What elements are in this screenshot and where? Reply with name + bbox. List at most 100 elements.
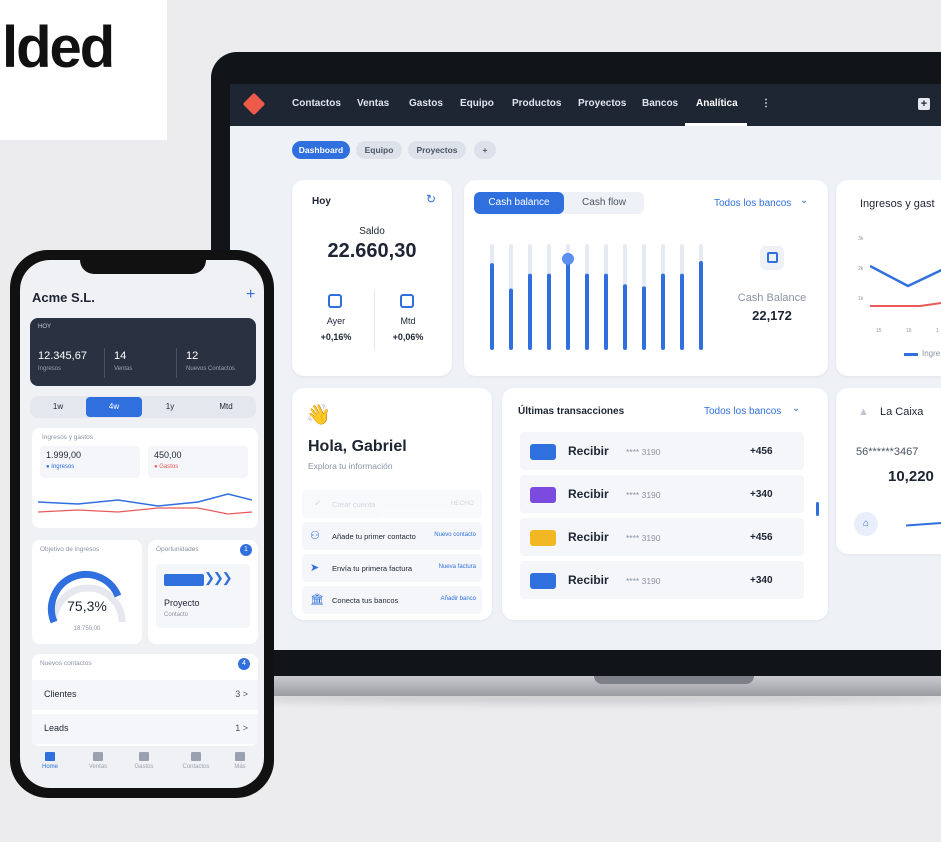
contactos-row-clientes[interactable]: Clientes 3 > [32,680,258,710]
add-icon[interactable]: + [246,286,255,304]
ingresos-series-line [870,264,941,288]
tick-x: 15 [876,328,882,334]
card-icon [530,573,556,589]
bank-filter[interactable]: Todos los bancos [704,406,781,417]
top-nav: Contactos Ventas Gastos Equipo Productos… [230,84,941,126]
oportunidad-sub: Contacto [164,612,189,618]
contactos-value: 12 [186,350,199,362]
cash-bar[interactable] [585,273,589,350]
cash-bar[interactable] [661,273,665,350]
period-1y[interactable]: 1y [142,402,198,411]
transaction-row[interactable]: Recibir **** 3190 +456 [520,432,804,470]
transaction-account: **** 3190 [626,533,661,543]
cash-bar[interactable] [642,286,646,350]
nav-more-icon[interactable]: ⋮ [761,98,771,109]
nav-add-icon[interactable]: + [918,98,930,110]
ventas-label: Ventas [114,366,133,372]
step-label: Añade tu primer contacto [332,532,416,541]
step-label: Envía tu primera factura [332,564,413,573]
cash-bar[interactable] [604,273,608,350]
objetivo-percent: 75,3% [67,598,107,614]
nav-proyectos[interactable]: Proyectos [578,98,626,109]
card-icon [530,530,556,546]
tab-cash-flow[interactable]: Cash flow [564,192,644,214]
transaction-account: **** 3190 [626,576,661,586]
tick-y: 1k [858,296,864,302]
nav-gastos[interactable]: Gastos [409,98,443,109]
transaction-row[interactable]: Recibir **** 3190 +456 [520,518,804,556]
step-row[interactable]: ➤ Envía tu primera factura Nueva factura [302,554,482,582]
transaction-row[interactable]: Recibir **** 3190 +340 [520,561,804,599]
tab-contactos[interactable]: Contactos [176,752,216,770]
tab-dashboard[interactable]: Dashboard [292,141,350,159]
hoy-label: HOY [38,324,52,330]
period-4w[interactable]: 4w [86,397,142,417]
new-contact-link[interactable]: Nuevo contacto [434,532,476,538]
ig-gastos-value: 450,00 [154,450,182,460]
hoy-summary: HOY 12.345,67 Ingresos 14 Ventas 12 Nuev… [30,318,256,386]
transactions-card: Últimas transacciones Todos los bancos ⌄… [502,388,828,620]
oportunidad-item[interactable]: ❯❯❯ Proyecto Contacto [156,564,250,628]
send-icon: ➤ [310,562,320,574]
transaction-row[interactable]: Recibir **** 3190 +340 [520,475,804,513]
tab-home[interactable]: Home [30,752,70,770]
tab-gastos[interactable]: Gastos [124,752,164,770]
gastos-icon [139,752,149,761]
refresh-icon[interactable]: ↻ [426,192,436,206]
nav-equipo[interactable]: Equipo [460,98,494,109]
scrollbar[interactable] [816,502,819,516]
grid-icon [235,752,245,761]
nav-analitica[interactable]: Analítica [696,98,738,109]
cash-bar[interactable] [547,273,551,350]
nav-bancos[interactable]: Bancos [642,98,678,109]
app-logo-icon[interactable] [242,92,266,116]
contactos-row-leads[interactable]: Leads 1 > [32,714,258,744]
objetivo-title: Objetivo de ingresos [40,546,100,553]
ig-line-chart [38,493,252,515]
cash-bar[interactable] [528,273,532,350]
cash-bar[interactable] [699,260,703,350]
divider [176,348,177,378]
add-tab-button[interactable]: + [474,141,496,159]
period-mtd[interactable]: Mtd [198,402,254,411]
card-icon [530,487,556,503]
nav-ventas[interactable]: Ventas [357,98,389,109]
ayer-label: Ayer [326,316,346,326]
bar-highlight-dot[interactable] [562,252,574,265]
laptop-notch [594,676,754,684]
divider [374,290,375,350]
mobile-app: Acme S.L. + HOY 12.345,67 Ingresos 14 Ve… [20,260,264,788]
new-invoice-link[interactable]: Nueva factura [439,564,476,570]
transaction-amount: +456 [750,532,773,543]
transaction-label: Recibir [568,444,609,458]
period-1w[interactable]: 1w [30,402,86,411]
row-label: Leads [44,723,69,733]
tab-cash-balance[interactable]: Cash balance [474,192,564,214]
legend-swatch [904,353,918,356]
step-label: Crear cuenta [332,500,376,509]
nav-productos[interactable]: Productos [512,98,561,109]
contactos-icon [191,752,201,761]
row-label: Clientes [44,689,77,699]
bank-filter[interactable]: Todos los bancos [714,198,791,209]
cash-bar[interactable] [623,284,627,350]
tick-x: 1 [936,328,939,334]
tab-ventas[interactable]: Ventas [78,752,118,770]
step-row[interactable]: ⚇ Añade tu primer contacto Nuevo contact… [302,522,482,550]
tick-y: 2k [858,266,864,272]
nav-contactos[interactable]: Contactos [292,98,341,109]
cash-bar[interactable] [490,263,494,350]
tab-proyectos[interactable]: Proyectos [408,141,466,159]
transaction-account: **** 3190 [626,490,661,500]
transaction-label: Recibir [568,530,609,544]
cash-bar[interactable] [566,258,570,350]
step-row[interactable]: 🏛 Conecta tus bancos Añadir banco [302,586,482,614]
chevron-down-icon[interactable]: ⌄ [792,403,800,414]
chevron-down-icon[interactable]: ⌄ [800,195,808,206]
oportunidades-badge: 1 [240,544,252,556]
tab-mas[interactable]: Más [220,752,260,770]
cash-bar[interactable] [509,288,513,350]
cash-bar[interactable] [680,273,684,350]
add-bank-link[interactable]: Añadir banco [441,596,476,602]
tab-equipo[interactable]: Equipo [356,141,402,159]
